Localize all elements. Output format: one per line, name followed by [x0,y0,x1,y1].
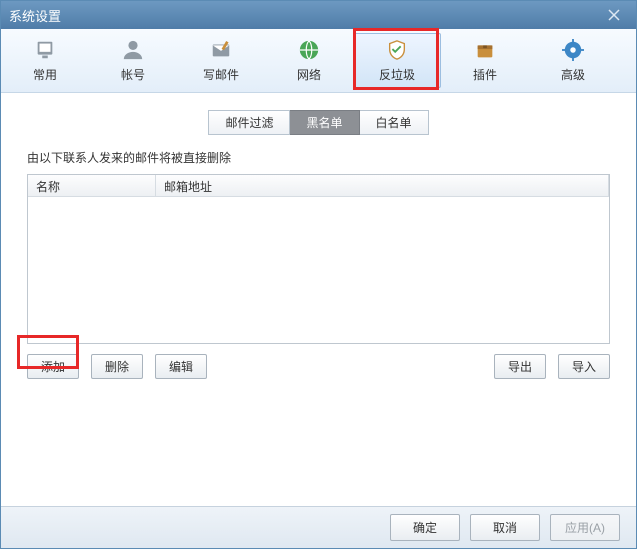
apply-button[interactable]: 应用(A) [550,514,620,541]
toolbar-label: 插件 [473,66,497,83]
globe-icon [297,38,321,62]
edit-button-label: 编辑 [169,360,193,374]
toolbar-item-antispam[interactable]: 反垃圾 [353,33,441,88]
toolbar: 常用 帐号 写邮件 网络 反垃圾 插件 高级 [1,29,636,93]
ok-button[interactable]: 确定 [390,514,460,541]
add-button-label: 添加 [41,360,65,374]
toolbar-item-compose[interactable]: 写邮件 [177,33,265,88]
compose-icon [209,38,233,62]
toolbar-label: 写邮件 [203,66,239,83]
apply-button-label: 应用(A) [565,521,605,535]
toolbar-item-account[interactable]: 帐号 [89,33,177,88]
toolbar-label: 常用 [33,66,57,83]
list-button-row: 添加 删除 编辑 导出 导入 [27,354,610,379]
sub-tabbar: 邮件过滤 黑名单 白名单 [21,110,616,135]
toolbar-label: 高级 [561,66,585,83]
tab-whitelist[interactable]: 白名单 [360,110,429,135]
section-description: 由以下联系人发来的邮件将被直接删除 [27,149,610,166]
close-icon [608,9,620,21]
tab-filter[interactable]: 邮件过滤 [208,110,290,135]
column-name[interactable]: 名称 [28,175,156,196]
edit-button[interactable]: 编辑 [155,354,207,379]
box-icon [473,38,497,62]
delete-button[interactable]: 删除 [91,354,143,379]
toolbar-item-general[interactable]: 常用 [1,33,89,88]
column-email-label: 邮箱地址 [164,180,212,194]
import-button-label: 导入 [572,360,596,374]
toolbar-label: 帐号 [121,66,145,83]
tab-label: 邮件过滤 [225,116,273,130]
shield-check-icon [385,38,409,62]
contact-list: 名称 邮箱地址 [27,174,610,344]
monitor-icon [33,38,57,62]
import-button[interactable]: 导入 [558,354,610,379]
cancel-button[interactable]: 取消 [470,514,540,541]
toolbar-label: 反垃圾 [379,66,415,83]
cancel-button-label: 取消 [493,521,517,535]
dialog-footer: 确定 取消 应用(A) [1,506,636,548]
export-button[interactable]: 导出 [494,354,546,379]
ok-button-label: 确定 [413,521,437,535]
list-body[interactable] [28,197,609,343]
titlebar: 系统设置 [1,1,636,29]
close-button[interactable] [600,5,628,25]
export-button-label: 导出 [508,360,532,374]
window-title: 系统设置 [9,6,600,25]
toolbar-item-network[interactable]: 网络 [265,33,353,88]
content-area: 邮件过滤 黑名单 白名单 由以下联系人发来的邮件将被直接删除 名称 邮箱地址 添… [1,93,636,506]
tab-label: 白名单 [376,116,412,130]
column-email[interactable]: 邮箱地址 [156,175,609,196]
tab-blacklist[interactable]: 黑名单 [290,110,359,135]
toolbar-item-plugin[interactable]: 插件 [441,33,529,88]
toolbar-label: 网络 [297,66,321,83]
gear-icon [561,38,585,62]
list-header: 名称 邮箱地址 [28,175,609,197]
tab-label: 黑名单 [306,116,342,130]
toolbar-item-advanced[interactable]: 高级 [529,33,617,88]
person-icon [121,38,145,62]
add-button[interactable]: 添加 [27,354,79,379]
column-name-label: 名称 [36,180,60,194]
delete-button-label: 删除 [105,360,129,374]
